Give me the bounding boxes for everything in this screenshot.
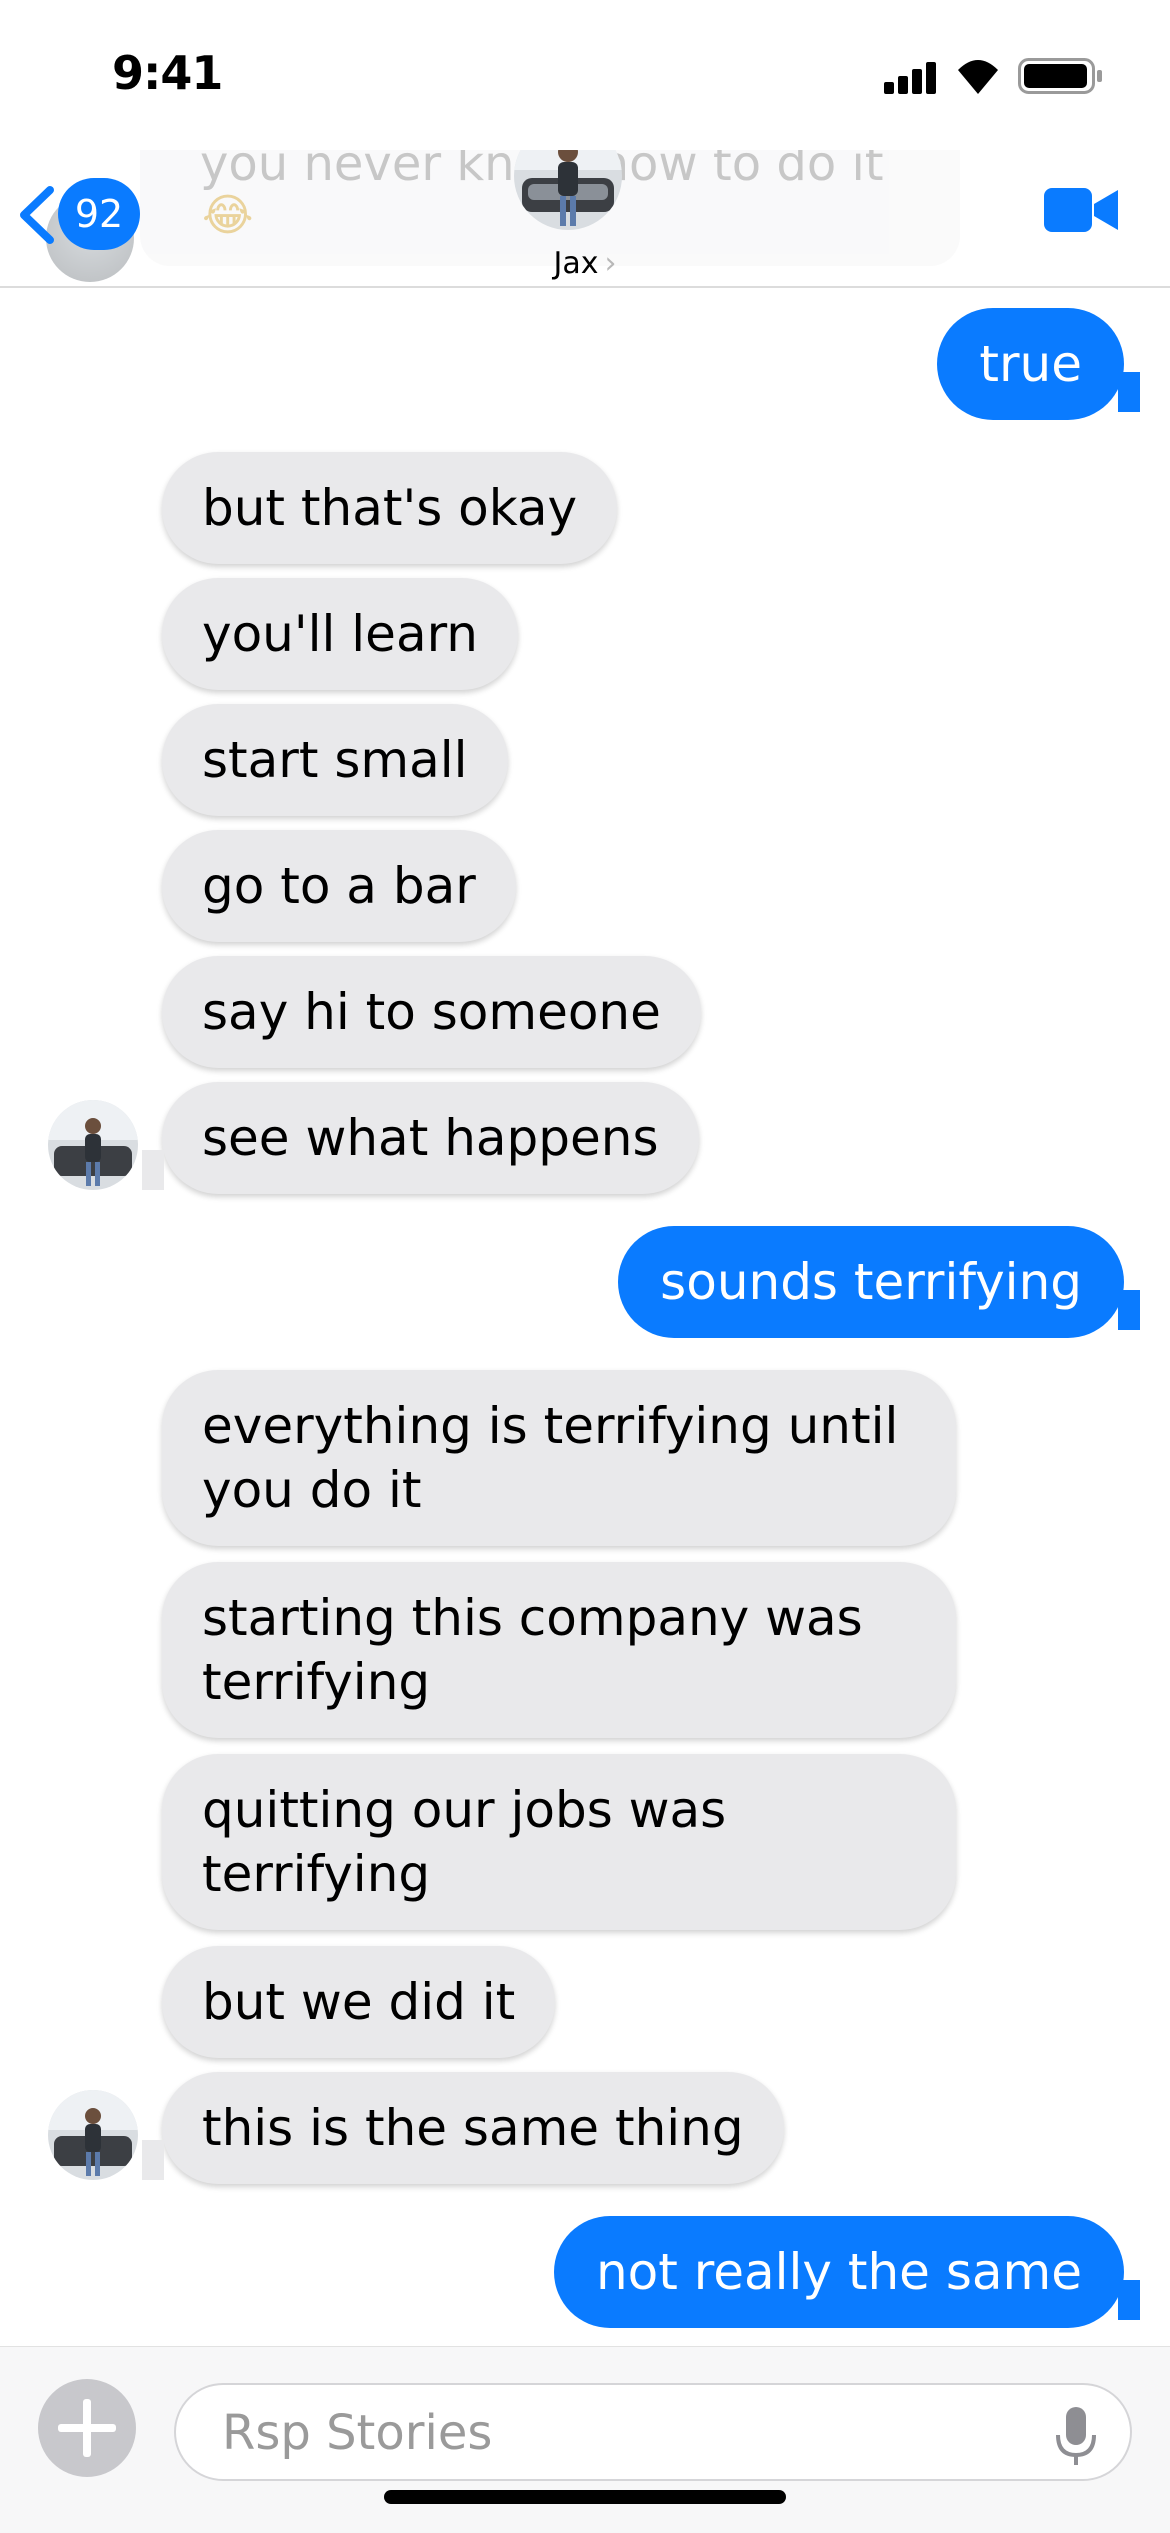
message-bubble-incoming[interactable]: this is the same thing: [162, 2072, 784, 2184]
bubble-tail: [142, 2140, 164, 2180]
bubble-tail: [1118, 372, 1140, 412]
bubble-tail: [1118, 1290, 1140, 1330]
message-bubble-incoming[interactable]: you'll learn: [162, 578, 518, 690]
message-bubble-outgoing[interactable]: true: [937, 308, 1124, 420]
home-indicator: [384, 2490, 786, 2504]
message-input[interactable]: [220, 2401, 1024, 2465]
message-bubble-incoming[interactable]: go to a bar: [162, 830, 516, 942]
microphone-icon[interactable]: [1054, 2405, 1098, 2469]
message-bubble-incoming[interactable]: quitting our jobs was terrifying: [162, 1754, 956, 1930]
message-thread: true but that's okay you'll learn start …: [0, 0, 1170, 2532]
message-bubble-outgoing[interactable]: sounds terrifying: [618, 1226, 1124, 1338]
bubble-tail: [142, 1150, 164, 1190]
sender-avatar[interactable]: [48, 1100, 138, 1190]
message-bubble-incoming[interactable]: say hi to someone: [162, 956, 701, 1068]
add-icon[interactable]: [38, 2379, 136, 2477]
message-bubble-incoming[interactable]: but we did it: [162, 1946, 556, 2058]
message-bubble-outgoing[interactable]: not really the same: [553, 2216, 1124, 2328]
composer-bar: [0, 2346, 1170, 2533]
message-input-container[interactable]: [174, 2383, 1132, 2481]
message-bubble-incoming[interactable]: starting this company was terrifying: [162, 1562, 956, 1738]
message-bubble-incoming[interactable]: everything is terrifying until you do it: [162, 1370, 956, 1546]
bubble-tail: [1118, 2280, 1140, 2320]
message-bubble-incoming[interactable]: see what happens: [162, 1082, 699, 1194]
message-bubble-incoming[interactable]: but that's okay: [162, 452, 618, 564]
sender-avatar[interactable]: [48, 2090, 138, 2180]
message-bubble-incoming[interactable]: start small: [162, 704, 508, 816]
